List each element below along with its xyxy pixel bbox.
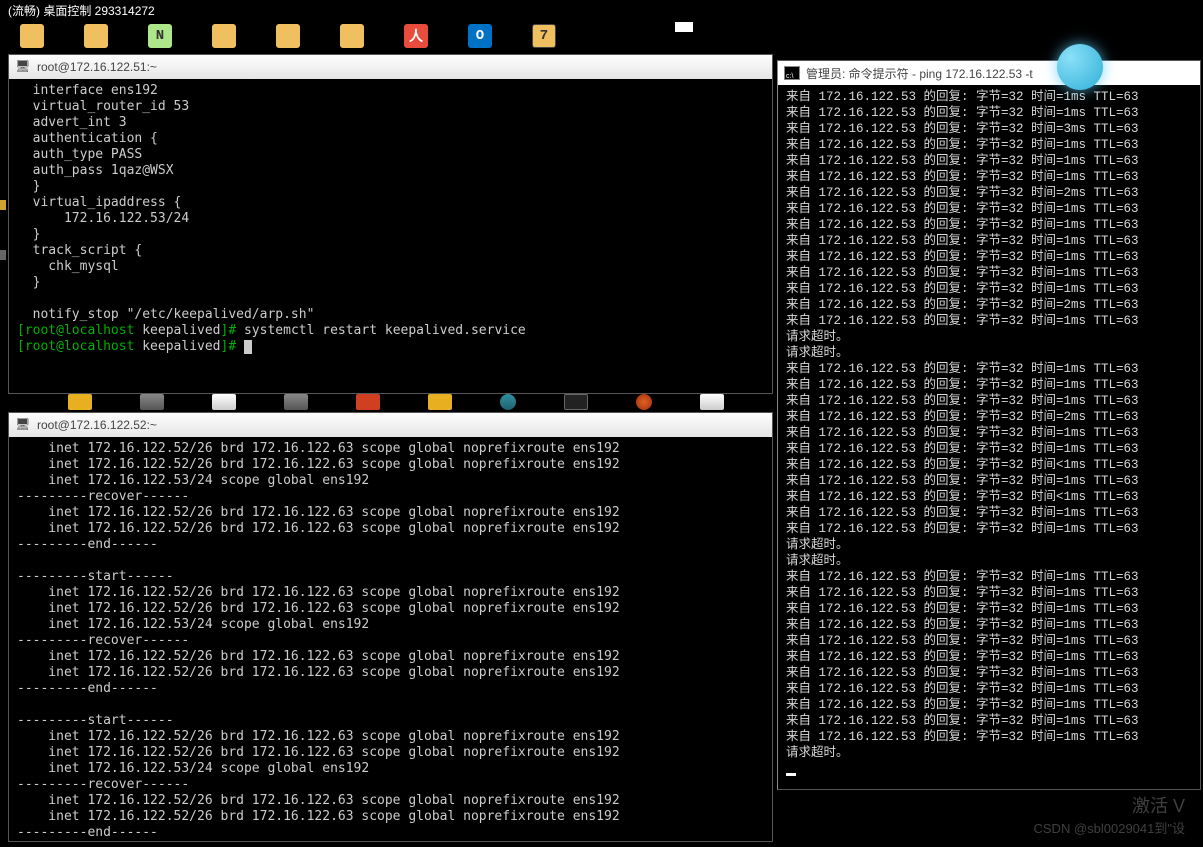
folder-icon[interactable] bbox=[276, 24, 300, 48]
cmd-title: 管理员: 命令提示符 - ping 172.16.122.53 -t bbox=[806, 65, 1033, 82]
putty-icon bbox=[15, 59, 31, 75]
watermark: 激活 V CSDN @sbl0029041到"设 bbox=[1034, 792, 1186, 837]
taskbar-app-icon[interactable] bbox=[356, 394, 380, 410]
putty-icon bbox=[15, 417, 31, 433]
cmd-icon bbox=[784, 66, 800, 80]
notepad-icon[interactable]: N bbox=[148, 24, 172, 48]
taskbar-middle-row bbox=[8, 394, 773, 414]
taskbar-app-icon[interactable] bbox=[636, 394, 652, 410]
cmd-window[interactable]: 管理员: 命令提示符 - ping 172.16.122.53 -t 来自 17… bbox=[777, 60, 1201, 790]
folder-icon[interactable] bbox=[20, 24, 44, 48]
terminal1-output[interactable]: interface ens192 virtual_router_id 53 ad… bbox=[9, 79, 772, 359]
folder-icon[interactable] bbox=[212, 24, 236, 48]
outlook-icon[interactable]: O bbox=[468, 24, 492, 48]
terminal2-titlebar[interactable]: root@172.16.122.52:~ bbox=[9, 413, 772, 437]
taskbar-app-icon[interactable] bbox=[500, 394, 516, 410]
terminal2-title: root@172.16.122.52:~ bbox=[37, 418, 157, 432]
taskbar-app-icon[interactable] bbox=[68, 394, 92, 410]
watermark-line1: 激活 V bbox=[1034, 792, 1186, 818]
taskbar-app-icon[interactable] bbox=[700, 394, 724, 410]
terminal1-title: root@172.16.122.51:~ bbox=[37, 60, 157, 74]
assistant-badge-icon[interactable] bbox=[1057, 44, 1103, 90]
sidebar-decoration bbox=[0, 200, 6, 320]
taskbar-app-icon[interactable] bbox=[284, 394, 308, 410]
folder-icon[interactable] bbox=[340, 24, 364, 48]
taskbar-app-icon[interactable] bbox=[212, 394, 236, 410]
pdf-icon[interactable]: 人 bbox=[404, 24, 428, 48]
ssh-terminal-2[interactable]: root@172.16.122.52:~ inet 172.16.122.52/… bbox=[8, 412, 773, 842]
cmd-titlebar[interactable]: 管理员: 命令提示符 - ping 172.16.122.53 -t bbox=[778, 61, 1200, 85]
ssh-terminal-1[interactable]: root@172.16.122.51:~ interface ens192 vi… bbox=[8, 54, 773, 394]
folder-icon[interactable] bbox=[84, 24, 108, 48]
taskbar-app-icon[interactable] bbox=[140, 394, 164, 410]
remote-session-title: (流畅) 桌面控制 293314272 bbox=[0, 0, 1203, 20]
taskbar-dropdown-icon[interactable] bbox=[675, 22, 693, 32]
7zip-icon[interactable]: 7 bbox=[532, 24, 556, 48]
remote-desktop-taskbar: N 人 O 7 bbox=[0, 20, 1203, 52]
taskbar-app-icon[interactable] bbox=[428, 394, 452, 410]
taskbar-app-icon[interactable] bbox=[564, 394, 588, 410]
cmd-output[interactable]: 来自 172.16.122.53 的回复: 字节=32 时间=1ms TTL=6… bbox=[778, 85, 1200, 781]
watermark-line2: CSDN @sbl0029041到"设 bbox=[1034, 821, 1186, 836]
terminal1-titlebar[interactable]: root@172.16.122.51:~ bbox=[9, 55, 772, 79]
terminal2-output[interactable]: inet 172.16.122.52/26 brd 172.16.122.63 … bbox=[9, 437, 772, 845]
